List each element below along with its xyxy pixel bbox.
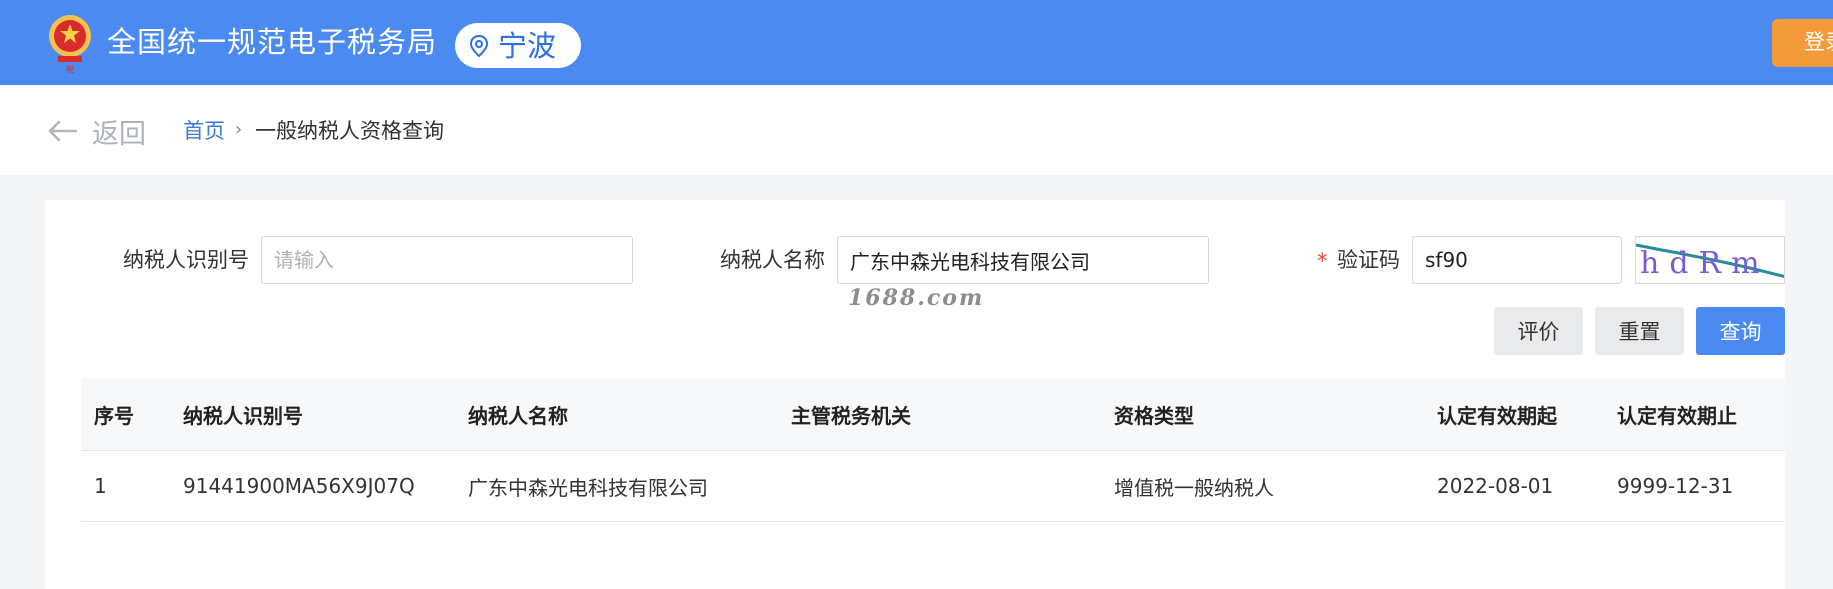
login-button[interactable]: 登录 [1772,19,1833,67]
city-name: 宁波 [498,29,557,63]
top-header-bar: 税 全国统一规范电子税务局 宁波 登录 [0,0,1833,85]
row-qualification-type: 增值税一般纳税人 [1114,475,1274,500]
taxpayer-name-input[interactable] [837,236,1209,284]
arrow-left-icon [48,120,78,142]
table-header-row: 序号 纳税人识别号 纳税人名称 主管税务机关 资格类型 认定有效期起 认定有效期… [81,378,1785,451]
query-button[interactable]: 查询 [1696,307,1785,355]
column-header-tax-authority: 主管税务机关 [791,403,911,428]
svg-text:税: 税 [66,64,74,74]
taxpayer-name-label: 纳税人名称 [720,248,825,272]
captcha-image[interactable]: hdRm [1635,236,1785,284]
breadcrumb: 返回 首页 › 一般纳税人资格查询 [0,85,1833,175]
required-mark: * [1317,249,1328,273]
row-valid-to: 9999-12-31 [1617,474,1734,498]
breadcrumb-home-link[interactable]: 首页 [183,116,225,146]
national-emblem-icon: 税 [49,15,91,74]
result-table: 序号 纳税人识别号 纳税人名称 主管税务机关 资格类型 认定有效期起 认定有效期… [81,378,1785,522]
rate-button[interactable]: 评价 [1494,307,1583,355]
watermark-text: 1688.com [848,285,985,311]
column-header-taxpayer-id: 纳税人识别号 [183,403,303,428]
city-selector[interactable]: 宁波 [455,23,581,68]
map-pin-icon [469,35,489,57]
table-row: 1 91441900MA56X9J07Q 广东中森光电科技有限公司 增值税一般纳… [81,451,1785,522]
back-label: 返回 [92,118,146,150]
column-header-valid-from: 认定有效期起 [1437,403,1557,428]
row-index: 1 [94,474,107,498]
captcha-label: 验证码 [1337,248,1400,272]
column-header-valid-to: 认定有效期止 [1617,403,1737,428]
captcha-image-text: hdRm [1640,246,1770,281]
column-header-taxpayer-name: 纳税人名称 [468,403,568,428]
breadcrumb-current-page: 一般纳税人资格查询 [255,119,444,143]
column-header-qualification-type: 资格类型 [1114,403,1194,428]
column-header-index: 序号 [94,403,134,428]
reset-button[interactable]: 重置 [1595,307,1684,355]
taxpayer-id-input[interactable] [261,236,633,284]
taxpayer-id-label: 纳税人识别号 [123,248,249,272]
site-title: 全国统一规范电子税务局 [107,25,438,59]
breadcrumb-separator: › [235,119,243,140]
back-button[interactable]: 返回 [46,111,146,151]
row-taxpayer-id: 91441900MA56X9J07Q [183,474,415,498]
captcha-input[interactable] [1412,236,1622,284]
query-card: 纳税人识别号 纳税人名称 * 验证码 hdRm 评价 重置 查询 序号 纳税人识… [45,200,1785,589]
row-valid-from: 2022-08-01 [1437,474,1554,498]
row-taxpayer-name: 广东中森光电科技有限公司 [468,475,708,500]
